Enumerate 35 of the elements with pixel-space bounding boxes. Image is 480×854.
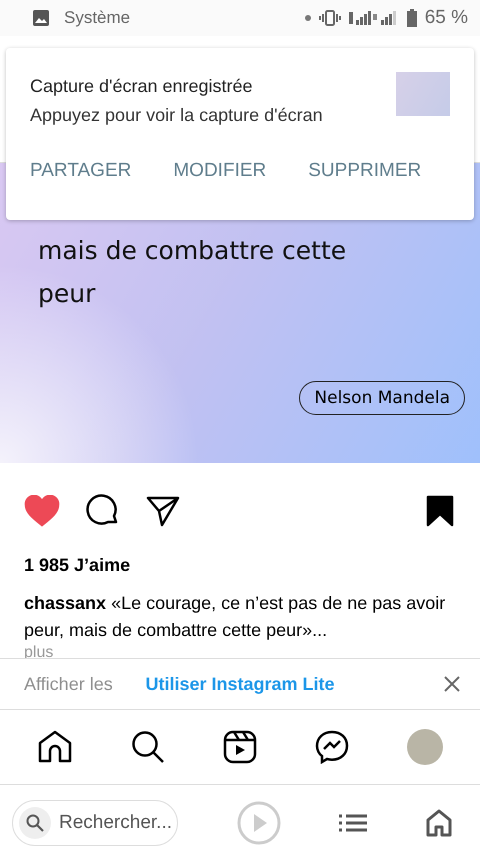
notification-action[interactable]: SUPPRIMER bbox=[308, 160, 422, 182]
bookmark-icon[interactable] bbox=[426, 495, 454, 527]
notification-title: Capture d'écran enregistrée bbox=[30, 76, 254, 97]
list-icon[interactable] bbox=[339, 814, 368, 832]
send-icon[interactable] bbox=[146, 495, 180, 527]
screenshot-thumbnail bbox=[396, 72, 450, 116]
battery-percent: 65 % bbox=[424, 7, 468, 29]
search-icon bbox=[26, 814, 44, 832]
notification-app-name: Système bbox=[64, 8, 130, 28]
image-icon bbox=[32, 9, 50, 27]
search-field[interactable]: Rechercher... bbox=[12, 800, 178, 846]
use-lite-link[interactable]: Utiliser Instagram Lite bbox=[145, 674, 335, 694]
dot-icon bbox=[304, 15, 311, 21]
home-icon[interactable] bbox=[37, 730, 73, 764]
signal-icon bbox=[348, 10, 399, 26]
notification-action[interactable]: PARTAGER bbox=[30, 160, 132, 182]
likes-count: 1 985 J’aime bbox=[23, 554, 132, 576]
close-icon[interactable] bbox=[443, 675, 461, 693]
battery-icon bbox=[406, 9, 417, 27]
home-icon[interactable] bbox=[426, 809, 452, 837]
heart-icon[interactable] bbox=[24, 495, 60, 527]
quote-text: mais de combattre cette bbox=[38, 235, 348, 267]
screenshot-notification[interactable]: Capture d'écran enregistrée Appuyez pour voir la capture d'écran PARTAGER MODIFIER SUPPRIMER bbox=[6, 48, 474, 220]
comment-icon[interactable] bbox=[86, 494, 120, 528]
notification-action[interactable]: MODIFIER bbox=[173, 160, 266, 182]
reels-icon[interactable] bbox=[223, 730, 257, 764]
author-tag: Nelson Mandela bbox=[299, 381, 465, 415]
vibrate-icon bbox=[318, 10, 341, 26]
post-caption: chassanx «Le courage, ce n’est pas de ne pas avoir peur, mais de combattre cette peur»... bbox=[24, 592, 446, 642]
notification-text: Appuyez pour voir la capture d'écran bbox=[30, 105, 323, 126]
messenger-icon[interactable] bbox=[315, 730, 349, 764]
search-icon[interactable] bbox=[131, 730, 165, 764]
more-link[interactable]: plus bbox=[24, 644, 54, 661]
quote-text: peur bbox=[38, 278, 96, 310]
comments-link[interactable]: Afficher les bbox=[24, 674, 113, 694]
